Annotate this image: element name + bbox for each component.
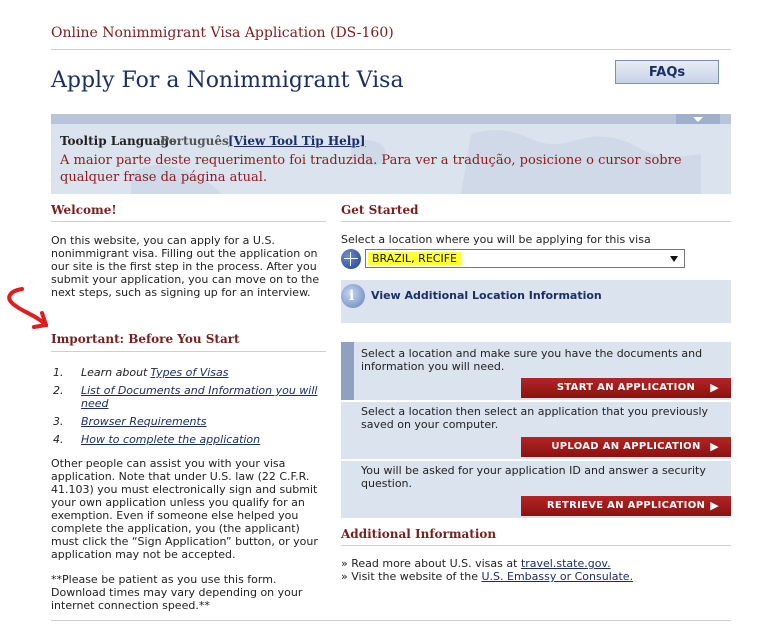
globe-icon[interactable] xyxy=(341,249,361,269)
list-item: 3. Browser Requirements xyxy=(53,415,328,428)
retrieve-application-button[interactable]: RETRIEVE AN APPLICATION ▶ xyxy=(521,496,731,516)
retrieve-application-text: You will be asked for your application I… xyxy=(361,464,706,490)
start-application-text: Select a location and make sure you have… xyxy=(361,347,703,373)
list-item-number: 2. xyxy=(53,384,64,397)
types-of-visas-link[interactable]: Types of Visas xyxy=(150,366,228,379)
travel-state-gov-link[interactable]: travel.state.gov. xyxy=(521,557,611,570)
additional-info-line-2: » Visit the website of the U.S. Embassy … xyxy=(341,570,731,583)
start-application-panel: Select a location and make sure you have… xyxy=(341,342,731,400)
collapse-chevron-icon[interactable] xyxy=(676,114,720,124)
view-tooltip-help-link[interactable]: [View Tool Tip Help] xyxy=(228,134,365,148)
welcome-divider xyxy=(51,221,326,222)
banner-top-bar xyxy=(51,114,731,124)
list-item-number: 3. xyxy=(53,415,64,428)
get-started-heading: Get Started xyxy=(341,203,419,217)
embassy-link[interactable]: U.S. Embassy or Consulate. xyxy=(481,570,633,583)
red-arrow-annotation xyxy=(7,287,48,329)
tooltip-language-value: Português xyxy=(160,134,229,148)
chevron-down-icon xyxy=(670,256,678,262)
start-application-button[interactable]: START AN APPLICATION ▶ xyxy=(521,378,731,398)
welcome-text: On this website, you can apply for a U.S… xyxy=(51,234,320,299)
important-heading: Important: Before You Start xyxy=(51,332,240,346)
panel-accent-stripe xyxy=(341,342,354,400)
page-title: Apply For a Nonimmigrant Visa xyxy=(51,68,404,93)
additional-info-heading: Additional Information xyxy=(341,527,497,541)
additional-info-divider xyxy=(341,545,731,546)
chevron-right-icon: ▶ xyxy=(710,440,719,453)
documents-list-link[interactable]: List of Documents and Information you wi… xyxy=(81,384,328,410)
list-item-prefix: Learn about xyxy=(81,366,148,379)
selected-location: BRAZIL, RECIFE xyxy=(368,252,461,265)
info-icon: i xyxy=(341,284,365,308)
how-to-complete-link[interactable]: How to complete the application xyxy=(81,433,260,446)
patience-note: **Please be patient as you use this form… xyxy=(51,573,303,612)
faqs-button[interactable]: FAQs xyxy=(615,60,719,84)
upload-application-panel: Select a location then select an applica… xyxy=(341,402,731,459)
assistance-text: Other people can assist you with your vi… xyxy=(51,457,318,561)
retrieve-application-label: RETRIEVE AN APPLICATION xyxy=(546,500,706,511)
start-application-label: START AN APPLICATION xyxy=(556,382,696,393)
additional-info-prefix-2: » Visit the website of the xyxy=(341,570,482,583)
list-item: 2. List of Documents and Information you… xyxy=(53,384,328,410)
welcome-heading: Welcome! xyxy=(51,203,117,217)
location-select[interactable]: BRAZIL, RECIFE xyxy=(365,249,685,268)
list-item-number: 1. xyxy=(53,366,64,379)
header-divider xyxy=(51,49,731,50)
app-title: Online Nonimmigrant Visa Application (DS… xyxy=(51,25,394,41)
list-item-number: 4. xyxy=(53,433,64,446)
browser-requirements-link[interactable]: Browser Requirements xyxy=(81,415,207,428)
footer-divider xyxy=(51,620,731,621)
get-started-divider xyxy=(341,221,731,222)
additional-info-line-1: » Read more about U.S. visas at travel.s… xyxy=(341,557,731,570)
upload-application-label: UPLOAD AN APPLICATION xyxy=(551,441,701,452)
location-prompt: Select a location where you will be appl… xyxy=(341,233,651,246)
chevron-right-icon: ▶ xyxy=(710,499,719,512)
additional-location-link[interactable]: View Additional Location Information xyxy=(371,289,602,302)
retrieve-application-panel: You will be asked for your application I… xyxy=(341,461,731,518)
important-divider xyxy=(51,351,326,352)
tooltip-message: A maior parte deste requerimento foi tra… xyxy=(60,153,682,185)
chevron-right-icon: ▶ xyxy=(710,381,719,394)
list-item: 4. How to complete the application xyxy=(53,433,328,446)
upload-application-text: Select a location then select an applica… xyxy=(361,405,709,431)
additional-info-prefix-1: » Read more about U.S. visas at xyxy=(341,557,521,570)
important-list: 1. Learn about Types of Visas 2. List of… xyxy=(53,366,328,446)
list-item: 1. Learn about Types of Visas xyxy=(53,366,328,379)
upload-application-button[interactable]: UPLOAD AN APPLICATION ▶ xyxy=(521,437,731,457)
